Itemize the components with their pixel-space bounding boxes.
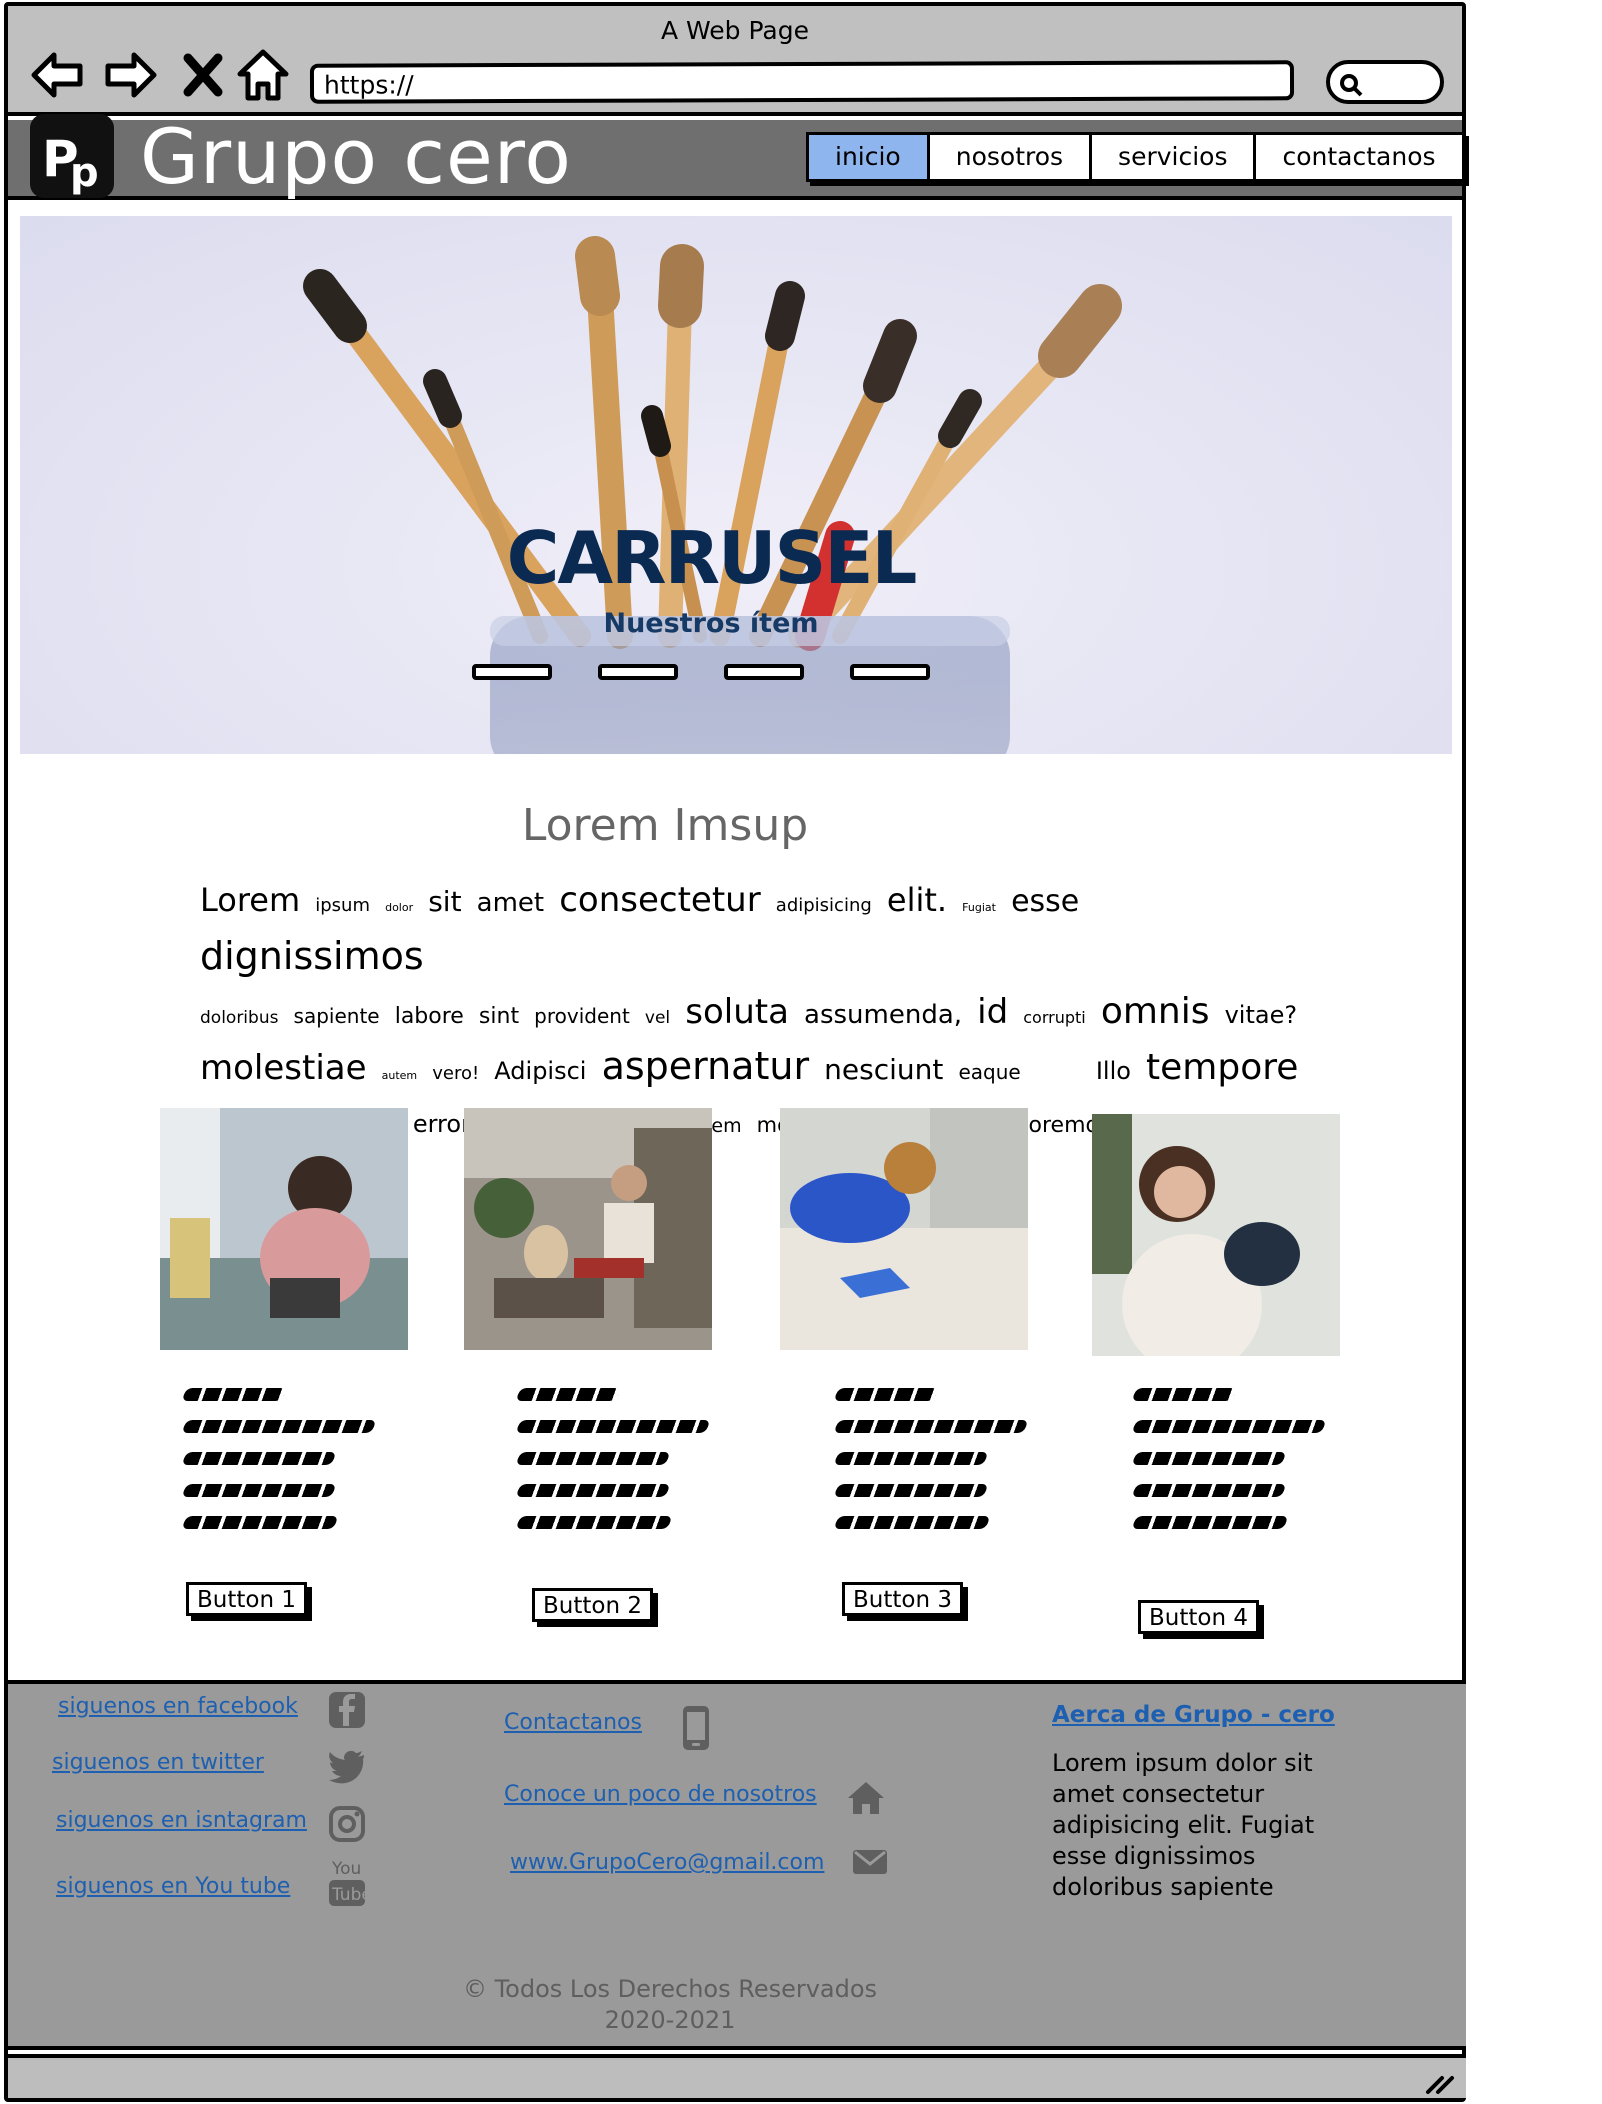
cloud-word: Lorem bbox=[200, 881, 301, 919]
card-2-image bbox=[464, 1108, 712, 1350]
facebook-link[interactable]: siguenos en facebook bbox=[58, 1694, 298, 1719]
card-1-image bbox=[160, 1108, 408, 1350]
carousel-subtitle: Nuestros ítem bbox=[603, 608, 819, 639]
carousel-title: CARRUSEL bbox=[506, 516, 918, 600]
cloud-word: aspernatur bbox=[601, 1044, 810, 1088]
card-3-image bbox=[780, 1108, 1028, 1350]
card-1-button[interactable]: Button 1 bbox=[186, 1582, 307, 1616]
youtube-icon[interactable]: You Tube bbox=[327, 1856, 367, 1908]
cloud-word: sit bbox=[428, 885, 462, 918]
cloud-word: labore bbox=[394, 1004, 464, 1029]
svg-text:Tube: Tube bbox=[331, 1885, 367, 1905]
carousel-indicator-2[interactable] bbox=[598, 664, 678, 680]
card-3-text bbox=[833, 1388, 1036, 1548]
cloud-word: corrupti bbox=[1023, 1008, 1086, 1027]
card-1-text bbox=[181, 1388, 384, 1548]
card-2-button[interactable]: Button 2 bbox=[532, 1588, 653, 1622]
cloud-word: provident bbox=[534, 1004, 630, 1028]
twitter-icon[interactable] bbox=[327, 1746, 367, 1786]
pp-logo-icon[interactable]: P p bbox=[30, 114, 114, 198]
twitter-link[interactable]: siguenos en twitter bbox=[52, 1750, 264, 1775]
cloud-word: vitae? bbox=[1224, 1001, 1298, 1029]
contact-link[interactable]: Contactanos bbox=[504, 1710, 642, 1735]
card-3-button[interactable]: Button 3 bbox=[842, 1582, 963, 1616]
cloud-word: esse bbox=[1011, 884, 1080, 919]
cloud-word: tempore bbox=[1146, 1047, 1299, 1088]
tab-nosotros[interactable]: nosotros bbox=[930, 135, 1093, 179]
main-nav: inicio nosotros servicios contactanos bbox=[806, 132, 1465, 182]
tab-servicios[interactable]: servicios bbox=[1092, 135, 1257, 179]
cloud-word: vel bbox=[644, 1008, 671, 1028]
cloud-word: dolor bbox=[385, 901, 414, 914]
cloud-word: assumenda, bbox=[804, 1000, 963, 1030]
back-arrow-icon[interactable] bbox=[26, 44, 88, 106]
cloud-word: omnis bbox=[1100, 991, 1210, 1032]
magnifier-icon bbox=[1340, 74, 1363, 97]
carousel-indicator-4[interactable] bbox=[850, 664, 930, 680]
tab-contactanos[interactable]: contactanos bbox=[1256, 135, 1461, 179]
cloud-word: sapiente bbox=[293, 1004, 380, 1028]
carousel[interactable]: CARRUSEL Nuestros ítem bbox=[20, 216, 1452, 754]
url-input[interactable]: https:// bbox=[309, 60, 1295, 104]
copyright-text: © Todos Los Derechos Reservados bbox=[462, 1975, 878, 2003]
instagram-link[interactable]: siguenos en isntagram bbox=[56, 1808, 307, 1833]
about-text: Lorem ipsum dolor sit amet consectetur a… bbox=[1052, 1749, 1315, 1901]
cloud-word: Adipisci bbox=[494, 1057, 587, 1085]
cloud-word: eaque bbox=[958, 1060, 1021, 1084]
cloud-word: adipisicing bbox=[775, 895, 872, 916]
cloud-word: sint bbox=[478, 1004, 520, 1029]
cloud-word: Fugiat bbox=[962, 901, 996, 914]
brand-name[interactable]: Grupo cero bbox=[140, 112, 572, 201]
card-2-text bbox=[515, 1388, 718, 1548]
cloud-word: ipsum bbox=[315, 895, 370, 916]
cloud-word: id bbox=[977, 992, 1009, 1032]
email-link[interactable]: www.GrupoCero@gmail.com bbox=[510, 1850, 824, 1875]
cloud-word: amet bbox=[476, 888, 545, 918]
facebook-icon[interactable] bbox=[327, 1690, 367, 1730]
copyright: © Todos Los Derechos Reservados 2020-202… bbox=[440, 1974, 900, 2036]
section-title: Lorem Imsup bbox=[521, 800, 809, 851]
card-4-image bbox=[1092, 1114, 1340, 1356]
cloud-word: consectetur bbox=[559, 880, 761, 920]
card-4-text bbox=[1131, 1388, 1334, 1548]
cloud-word: soluta bbox=[685, 992, 789, 1032]
about-us-link[interactable]: Conoce un poco de nosotros bbox=[504, 1782, 817, 1807]
cloud-word: autem bbox=[381, 1069, 418, 1082]
cloud-word: dignissimos bbox=[200, 934, 424, 978]
cloud-word: nesciunt bbox=[824, 1053, 944, 1086]
svg-text:You: You bbox=[331, 1859, 361, 1879]
cloud-word: molestiae bbox=[200, 1048, 367, 1088]
cloud-word: doloribus bbox=[200, 1008, 279, 1028]
cloud-word: error bbox=[412, 1110, 471, 1138]
instagram-icon[interactable] bbox=[327, 1804, 367, 1844]
copyright-years: 2020-2021 bbox=[604, 2006, 736, 2034]
home-icon[interactable] bbox=[846, 1778, 886, 1818]
close-x-icon[interactable] bbox=[172, 44, 234, 106]
browser-search-field[interactable] bbox=[1326, 60, 1444, 104]
about-title[interactable]: Aerca de Grupo - cero bbox=[1052, 1702, 1335, 1728]
envelope-icon[interactable] bbox=[850, 1842, 890, 1882]
browser-statusbar bbox=[8, 2054, 1466, 2098]
cloud-word: elit. bbox=[886, 881, 948, 919]
home-icon[interactable] bbox=[232, 44, 294, 106]
mobile-phone-icon[interactable] bbox=[680, 1704, 712, 1752]
window-title: A Web Page bbox=[660, 16, 810, 45]
carousel-indicator-3[interactable] bbox=[724, 664, 804, 680]
cloud-word: vero! bbox=[432, 1063, 480, 1084]
youtube-link[interactable]: siguenos en You tube bbox=[56, 1874, 290, 1899]
tab-inicio[interactable]: inicio bbox=[809, 135, 930, 179]
cloud-word: Illo bbox=[1095, 1057, 1131, 1085]
svg-text:p: p bbox=[70, 150, 99, 196]
forward-arrow-icon[interactable] bbox=[100, 44, 162, 106]
carousel-indicator-1[interactable] bbox=[472, 664, 552, 680]
card-4-button[interactable]: Button 4 bbox=[1138, 1600, 1259, 1634]
resize-handle-icon[interactable] bbox=[1424, 2066, 1456, 2096]
